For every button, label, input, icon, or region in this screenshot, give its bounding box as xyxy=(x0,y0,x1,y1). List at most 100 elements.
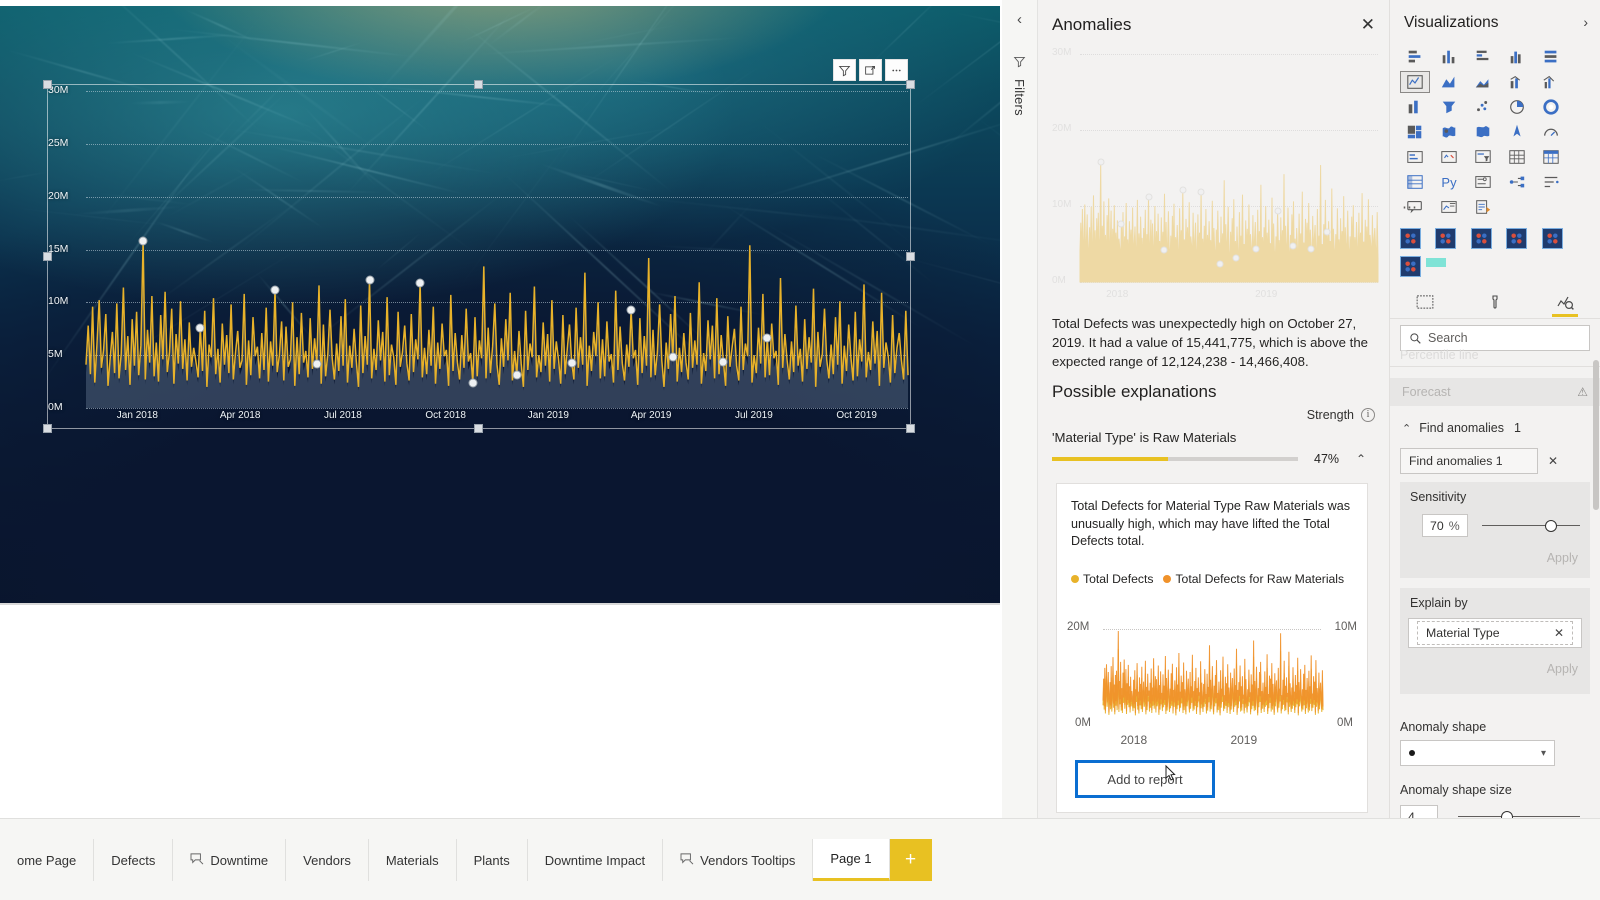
custom-visual-icon[interactable] xyxy=(1400,228,1421,249)
page-tabs[interactable]: ome Page Defects Downtime Vendors Materials P… xyxy=(0,839,932,881)
page-tab-plants[interactable]: Plants xyxy=(456,839,528,881)
anomaly-marker[interactable] xyxy=(138,236,148,246)
sensitivity-input[interactable]: 70 % xyxy=(1422,514,1468,537)
anomaly-marker[interactable] xyxy=(512,370,522,380)
visual-type-gallery[interactable]: Py xyxy=(1400,46,1568,218)
py-visual-icon[interactable]: Py xyxy=(1434,171,1464,193)
apply-sensitivity-button[interactable]: Apply xyxy=(1400,537,1590,565)
anomaly-marker[interactable] xyxy=(365,275,375,285)
find-anomalies-field[interactable]: Find anomalies 1 xyxy=(1400,448,1538,474)
custom-visual-icon[interactable] xyxy=(1506,228,1528,249)
report-canvas[interactable]: 0M 5M 10M 15M 20M 25M 30M Jan 2018 Apr 2018 Jul 2… xyxy=(0,0,1002,818)
custom-visual-icon[interactable] xyxy=(1435,228,1457,249)
resize-handle-bottom-right[interactable] xyxy=(906,424,915,433)
card-icon[interactable] xyxy=(1400,146,1430,168)
resize-handle-bottom-left[interactable] xyxy=(43,424,52,433)
chevron-down-icon[interactable]: ▾ xyxy=(1541,748,1546,759)
funnel-icon[interactable] xyxy=(1434,96,1464,118)
anomaly-shape-select[interactable]: ▾ xyxy=(1400,740,1555,766)
info-icon[interactable]: i xyxy=(1361,408,1375,422)
explain-by-chip[interactable]: Material Type ✕ xyxy=(1417,621,1573,645)
tab-fields[interactable] xyxy=(1404,287,1446,317)
key-influencers-icon[interactable] xyxy=(1502,171,1532,193)
anomaly-marker[interactable] xyxy=(312,359,322,369)
anomaly-marker[interactable] xyxy=(415,278,425,288)
custom-visual-icon[interactable] xyxy=(1541,228,1563,249)
resize-handle-top-left[interactable] xyxy=(43,80,52,89)
anomaly-marker[interactable] xyxy=(195,323,205,333)
page-tab-downtime[interactable]: Downtime xyxy=(173,839,287,881)
table-icon[interactable] xyxy=(1536,146,1566,168)
map-icon[interactable] xyxy=(1434,121,1464,143)
percentile-line-row[interactable]: Percentile line xyxy=(1400,348,1479,362)
pane-tabs[interactable] xyxy=(1390,285,1600,319)
page-tab-downtime-impact[interactable]: Downtime Impact xyxy=(527,839,664,881)
area-chart-icon[interactable] xyxy=(1434,71,1464,93)
treemap-icon[interactable] xyxy=(1400,121,1430,143)
find-anomalies-field-row[interactable]: Find anomalies 1 ✕ xyxy=(1390,448,1600,474)
multi-row-card-icon[interactable] xyxy=(1434,146,1464,168)
arcgis-map-icon[interactable] xyxy=(1502,121,1532,143)
page-tab-ome-page[interactable]: ome Page xyxy=(0,839,95,881)
clustered-column-chart-icon[interactable] xyxy=(1502,46,1532,68)
apply-explain-by-button[interactable]: Apply xyxy=(1400,648,1590,676)
remove-anomalies-icon[interactable]: ✕ xyxy=(1548,454,1558,468)
line-chart-icon[interactable] xyxy=(1400,71,1430,93)
anomaly-line-chart-visual[interactable]: 0M 5M 10M 15M 20M 25M 30M Jan 2018 Apr 2018 Jul 2… xyxy=(43,59,915,433)
pie-chart-icon[interactable] xyxy=(1502,96,1532,118)
100-stacked-bar-chart-icon[interactable] xyxy=(1536,46,1566,68)
gauge-icon[interactable] xyxy=(1536,121,1566,143)
anomaly-marker[interactable] xyxy=(626,305,636,315)
scatter-chart-icon[interactable] xyxy=(1468,96,1498,118)
stacked-area-chart-icon[interactable] xyxy=(1468,71,1498,93)
resize-handle-top-center[interactable] xyxy=(474,80,483,89)
paginated-report-icon[interactable] xyxy=(1468,196,1498,218)
chevron-right-icon[interactable]: › xyxy=(1583,14,1588,30)
anomaly-marker[interactable] xyxy=(567,358,577,368)
focus-mode-icon[interactable] xyxy=(859,59,882,81)
donut-chart-icon[interactable] xyxy=(1536,96,1566,118)
anomaly-shape-select-box[interactable]: ▾ xyxy=(1400,740,1555,766)
tab-analytics[interactable] xyxy=(1544,287,1586,317)
line-stacked-column-icon[interactable] xyxy=(1502,71,1532,93)
page-tab-vendors-tooltips[interactable]: Vendors Tooltips xyxy=(663,839,814,881)
resize-handle-middle-left[interactable] xyxy=(43,251,52,261)
stacked-bar-chart-icon[interactable] xyxy=(1400,46,1430,68)
tab-format[interactable] xyxy=(1474,287,1516,317)
anomaly-marker[interactable] xyxy=(762,333,772,343)
anomaly-shape-size-input[interactable]: 4 xyxy=(1400,805,1438,818)
explain-by-field[interactable]: Material Type ✕ xyxy=(1408,618,1582,648)
page-tab-defects[interactable]: Defects xyxy=(94,839,174,881)
add-to-report-button[interactable]: Add to report xyxy=(1075,760,1215,798)
anomaly-marker[interactable] xyxy=(718,357,728,366)
sensitivity-slider[interactable] xyxy=(1482,519,1580,533)
anomaly-marker[interactable] xyxy=(468,378,478,388)
stacked-column-chart-icon[interactable] xyxy=(1434,46,1464,68)
sensitivity-control[interactable]: 70 % xyxy=(1400,504,1590,537)
matrix-icon[interactable] xyxy=(1400,171,1430,193)
page-tab-page-1[interactable]: Page 1 xyxy=(813,839,890,881)
slider-thumb[interactable] xyxy=(1500,810,1513,818)
anomaly-shape-size-slider[interactable] xyxy=(1458,810,1580,818)
ribbon-chart-icon[interactable] xyxy=(1400,96,1430,118)
decomposition-tree-icon[interactable] xyxy=(1536,171,1566,193)
anomaly-marker[interactable] xyxy=(668,352,678,362)
custom-visual-icon[interactable] xyxy=(1470,228,1492,249)
chevron-up-icon[interactable]: ⌃ xyxy=(1402,422,1411,435)
close-icon[interactable]: ✕ xyxy=(1361,16,1375,33)
line-clustered-column-icon[interactable] xyxy=(1536,71,1566,93)
slider-thumb[interactable] xyxy=(1544,519,1557,532)
custom-visual-icon[interactable] xyxy=(1400,256,1421,277)
collapse-filters-icon[interactable]: ‹ xyxy=(1017,12,1022,27)
chevron-up-icon[interactable]: ⌃ xyxy=(1356,452,1366,466)
resize-handle-middle-right[interactable] xyxy=(906,251,915,261)
more-options-icon[interactable] xyxy=(885,59,908,81)
filled-map-icon[interactable] xyxy=(1468,121,1498,143)
resize-handle-bottom-center[interactable] xyxy=(474,424,483,433)
find-anomalies-section-header[interactable]: ⌃ Find anomalies 1 xyxy=(1390,416,1600,440)
filter-icon[interactable] xyxy=(833,59,856,81)
smart-narrative-icon[interactable] xyxy=(1434,196,1464,218)
remove-explain-by-icon[interactable]: ✕ xyxy=(1554,626,1564,640)
page-tab-materials[interactable]: Materials xyxy=(368,839,457,881)
anomaly-shape-size-control[interactable]: 4 xyxy=(1400,805,1590,818)
